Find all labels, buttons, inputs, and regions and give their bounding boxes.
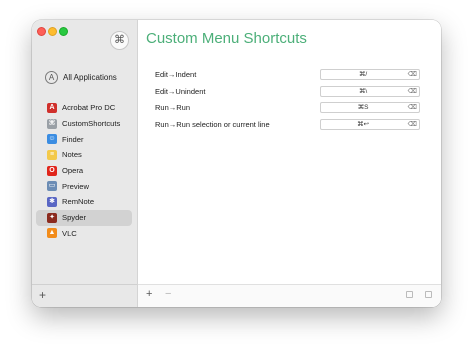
shortcut-row: Run→Run ⌘S ⌫	[155, 102, 421, 114]
clear-shortcut-icon[interactable]: ⌫	[408, 103, 417, 112]
duplicate-icon[interactable]	[406, 291, 413, 298]
sidebar-item-label: Spyder	[62, 213, 87, 223]
sidebar-item-label: CustomShortcuts	[62, 119, 121, 129]
shortcut-keys: ⌘S	[357, 104, 369, 111]
sidebar-item-label: RemNote	[62, 197, 95, 207]
clear-shortcut-icon[interactable]: ⌫	[408, 87, 417, 96]
close-window-button[interactable]	[37, 27, 46, 36]
export-icon[interactable]	[425, 291, 432, 298]
sidebar-item-label: Notes	[62, 150, 82, 160]
app-list: A Acrobat Pro DC ⌘ CustomShortcuts ☺ Finder ≡ N…	[36, 100, 132, 241]
minimize-window-button[interactable]	[48, 27, 57, 36]
shortcut-recorder-field[interactable]: ⌘↩ ⌫	[320, 118, 420, 130]
vlc-icon: ▲	[47, 228, 57, 239]
main-footer: + −	[138, 284, 441, 307]
app-store-icon: A	[45, 70, 58, 84]
remnote-icon: ✱	[47, 196, 57, 207]
acrobat-icon: A	[47, 102, 57, 113]
shortcut-menu-label: Edit→Unindent	[155, 86, 206, 96]
app-window: ⌘ A All Applications A Acrobat Pro DC ⌘ Cus…	[32, 20, 441, 307]
add-shortcut-button[interactable]: +	[146, 288, 152, 300]
sidebar-item-all-applications[interactable]: A All Applications	[45, 69, 117, 85]
sidebar-item-label: Acrobat Pro DC	[62, 103, 116, 113]
sidebar-item-label: VLC	[62, 228, 77, 238]
shortcut-menu-label: Run→Run selection or current line	[155, 119, 270, 129]
shortcut-menu-label: Run→Run	[155, 103, 191, 112]
sidebar-item-spyder[interactable]: ✦ Spyder	[36, 209, 132, 226]
shortcut-keys: ⌘↩	[357, 120, 369, 128]
sidebar-item-acrobat-pro-dc[interactable]: A Acrobat Pro DC	[36, 100, 132, 116]
shortcut-row: Edit→Unindent ⌘\ ⌫	[155, 85, 421, 98]
sidebar-item-opera[interactable]: O Opera	[36, 163, 132, 179]
sidebar-item-customshortcuts[interactable]: ⌘ CustomShortcuts	[36, 116, 132, 132]
sidebar-item-label: All Applications	[63, 72, 117, 82]
shortcut-row: Edit→Indent ⌘/ ⌫	[155, 69, 421, 81]
shortcut-recorder-field[interactable]: ⌘/ ⌫	[320, 69, 420, 80]
sidebar-item-vlc[interactable]: ▲ VLC	[36, 226, 132, 242]
page-title: Custom Menu Shortcuts	[146, 30, 307, 47]
sidebar-item-notes[interactable]: ≡ Notes	[36, 147, 132, 163]
sidebar-item-finder[interactable]: ☺ Finder	[36, 131, 132, 147]
preview-icon: ▭	[47, 181, 57, 192]
shortcut-keys: ⌘\	[358, 87, 368, 95]
command-icon[interactable]: ⌘	[110, 31, 129, 50]
sidebar-item-label: Finder	[62, 134, 84, 144]
sidebar: ⌘ A All Applications A Acrobat Pro DC ⌘ Cus…	[32, 20, 138, 307]
main-panel: Custom Menu Shortcuts Edit→Indent ⌘/⌫ Edit…	[138, 20, 441, 307]
zoom-window-button[interactable]	[59, 27, 68, 36]
notes-icon: ≡	[47, 149, 57, 160]
customshortcuts-icon: ⌘	[47, 118, 57, 129]
remove-shortcut-button[interactable]: −	[165, 288, 171, 300]
opera-icon: O	[47, 165, 57, 176]
sidebar-item-remnote[interactable]: ✱ RemNote	[36, 194, 132, 210]
shortcut-menu-label: Edit→Indent	[155, 70, 197, 79]
sidebar-item-label: Opera	[62, 166, 84, 176]
finder-icon: ☺	[47, 134, 57, 145]
shortcut-recorder-field[interactable]: ⌘\ ⌫	[320, 85, 420, 97]
shortcut-recorder-field[interactable]: ⌘S ⌫	[320, 102, 420, 113]
add-app-button[interactable]: +	[39, 288, 46, 302]
sidebar-item-preview[interactable]: ▭ Preview	[36, 178, 132, 194]
shortcut-row: Run→Run selection or current line ⌘↩ ⌫	[155, 118, 421, 131]
shortcut-keys: ⌘/	[358, 71, 368, 78]
clear-shortcut-icon[interactable]: ⌫	[408, 120, 417, 129]
sidebar-item-label: Preview	[62, 181, 90, 191]
clear-shortcut-icon[interactable]: ⌫	[408, 70, 417, 79]
spyder-icon: ✦	[47, 212, 57, 223]
sidebar-footer: +	[32, 284, 137, 307]
